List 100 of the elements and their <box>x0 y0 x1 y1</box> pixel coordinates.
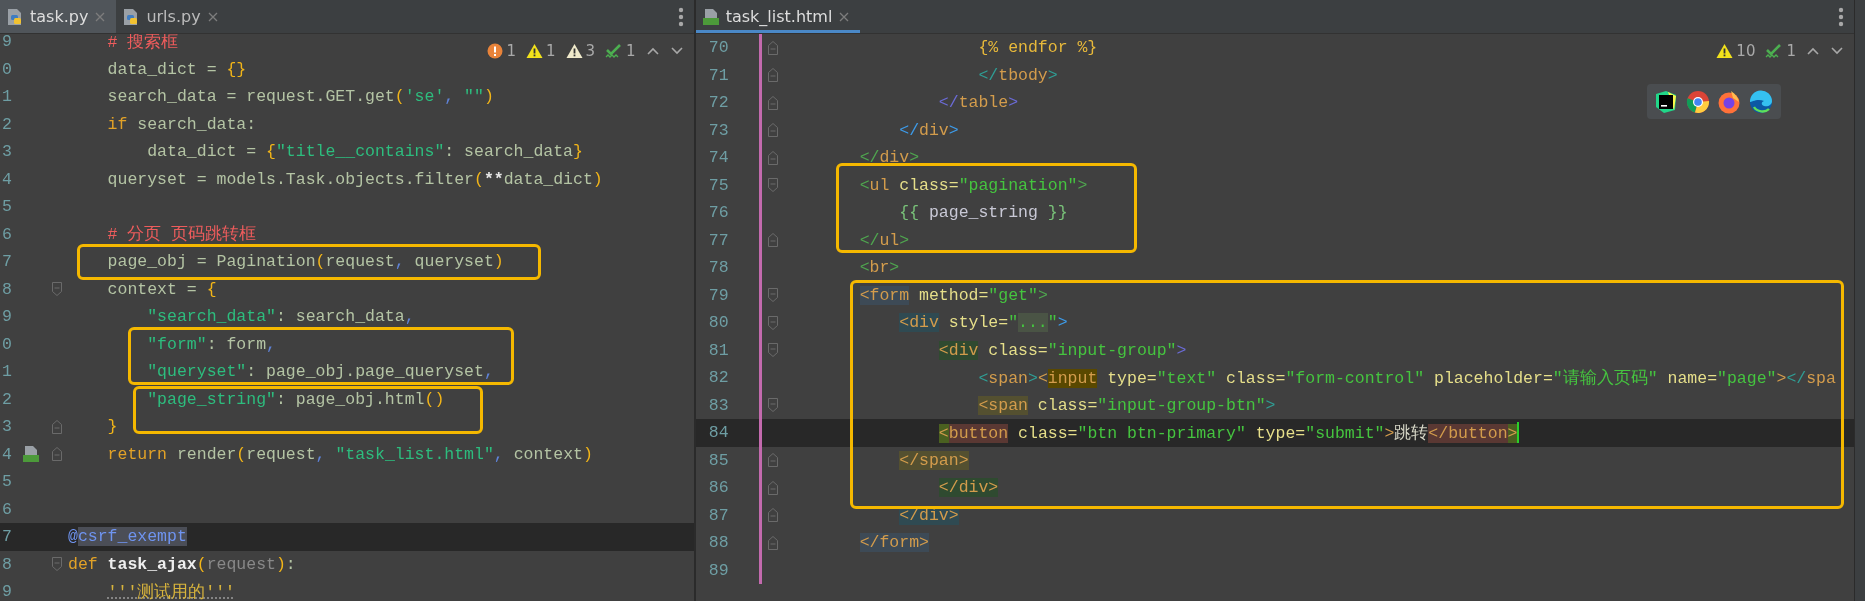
line-number: 9 <box>1 307 12 327</box>
code-line: queryset = models.Task.objects.filter(**data_dict) <box>107 169 603 189</box>
code-line: context = { <box>107 279 217 299</box>
fold-marker-icon[interactable] <box>766 39 779 56</box>
problem-count: 10 <box>1736 42 1756 60</box>
line-number: 72 <box>707 93 729 113</box>
warning-icon <box>565 43 583 59</box>
line-number: 7 <box>1 527 12 547</box>
code-line: data_dict = {"title__contains": search_data} <box>147 142 583 162</box>
fold-marker-icon[interactable] <box>766 397 779 414</box>
line-number: 77 <box>707 230 729 250</box>
line-number: 79 <box>707 285 729 305</box>
problem-count: 1 <box>546 42 556 60</box>
fold-marker-icon[interactable] <box>51 418 63 435</box>
line-number: 4 <box>1 444 12 464</box>
code-line: </div> <box>859 148 920 168</box>
code-line: "queryset": page_obj.page_queryset, <box>147 362 494 382</box>
line-number: 86 <box>707 478 729 498</box>
line-number: 84 <box>707 423 729 443</box>
line-number: 6 <box>1 499 12 519</box>
code-line: def task_ajax(request): <box>68 554 296 574</box>
code-line: page_obj = Pagination(request, queryset) <box>107 252 504 272</box>
code-line: <form method="get"> <box>859 285 1048 305</box>
code-line: <button class="btn btn-primary" type="submit">跳转</button> <box>938 422 1518 444</box>
fold-marker-icon[interactable] <box>766 149 779 166</box>
line-number: 81 <box>707 340 729 360</box>
more-icon[interactable] <box>677 6 684 27</box>
fold-marker-icon[interactable] <box>766 94 779 111</box>
chevron-up-icon[interactable] <box>645 46 660 56</box>
fold-marker-icon[interactable] <box>766 177 779 194</box>
code-line: # 分页 页码跳转框 <box>107 224 257 246</box>
fold-marker-icon[interactable] <box>766 534 779 551</box>
fold-marker-icon[interactable] <box>766 122 779 139</box>
code-line: "search_data": search_data, <box>147 307 415 327</box>
line-number: 89 <box>707 560 729 580</box>
line-number: 3 <box>1 417 12 437</box>
code-line: <div style="..."> <box>899 313 1068 333</box>
line-number: 85 <box>707 450 729 470</box>
code-line: </table> <box>938 93 1019 113</box>
chevron-up-icon[interactable] <box>1806 46 1820 56</box>
close-icon[interactable] <box>94 10 107 23</box>
app-icon[interactable] <box>1685 89 1710 114</box>
code-line: </div> <box>899 120 959 140</box>
line-number: 0 <box>1 334 12 354</box>
line-number: 82 <box>707 368 729 388</box>
fold-marker-icon[interactable] <box>766 232 779 249</box>
close-icon[interactable] <box>838 10 851 23</box>
warning-icon <box>1716 43 1734 59</box>
line-number: 8 <box>1 279 12 299</box>
close-icon[interactable] <box>206 10 219 23</box>
editor-tab[interactable]: urls.py <box>116 0 229 33</box>
fold-marker-icon[interactable] <box>51 281 63 298</box>
code-line: <br> <box>859 258 900 278</box>
fold-marker-icon[interactable] <box>766 342 779 359</box>
line-number: 87 <box>707 505 729 525</box>
line-number: 76 <box>707 203 729 223</box>
line-number: 2 <box>1 389 12 409</box>
file-icon <box>6 7 24 26</box>
line-number: 7 <box>1 252 12 272</box>
line-number: 8 <box>1 554 12 574</box>
warning-icon <box>526 43 543 59</box>
error-icon <box>487 43 504 59</box>
editor-tab[interactable]: task.py <box>0 0 117 33</box>
fold-marker-icon[interactable] <box>51 446 63 463</box>
fold-marker-icon[interactable] <box>766 287 779 304</box>
line-number: 9 <box>1 34 12 52</box>
code-line: } <box>107 417 118 437</box>
line-number: 78 <box>707 258 729 278</box>
line-number: 2 <box>1 114 12 134</box>
line-number: 5 <box>1 197 12 217</box>
line-number: 1 <box>1 87 12 107</box>
file-icon <box>701 7 720 26</box>
chevron-down-icon[interactable] <box>1830 46 1844 56</box>
line-number: 3 <box>1 142 12 162</box>
fold-marker-icon[interactable] <box>766 67 779 84</box>
app-icon[interactable] <box>1654 89 1679 114</box>
fold-marker-icon[interactable] <box>51 556 63 573</box>
line-number: 6 <box>1 224 12 244</box>
problem-count: 1 <box>506 42 516 60</box>
line-number: 73 <box>707 120 729 140</box>
fold-marker-icon[interactable] <box>766 452 779 469</box>
problem-count: 1 <box>626 42 636 60</box>
code-line: <span><input type="text" class="form-control" placeholder="请输入页码" name="page"></spa <box>978 367 1836 389</box>
line-number: 71 <box>707 65 729 85</box>
more-icon[interactable] <box>1838 6 1844 27</box>
code-line: {% endfor %} <box>978 38 1098 58</box>
fold-marker-icon[interactable] <box>766 314 779 331</box>
code-line: '''测试用的''' <box>107 581 236 601</box>
line-number: 0 <box>1 59 12 79</box>
chevron-down-icon[interactable] <box>669 46 684 56</box>
check-icon <box>605 43 624 59</box>
code-line: @csrf_exempt <box>68 527 187 547</box>
fold-marker-icon[interactable] <box>766 479 779 496</box>
problem-count: 1 <box>1786 42 1796 60</box>
fold-marker-icon[interactable] <box>766 507 779 524</box>
check-icon <box>1765 43 1784 59</box>
line-number: 83 <box>707 395 729 415</box>
line-number: 70 <box>707 38 729 58</box>
problem-count: 3 <box>585 42 596 60</box>
code-line: </tbody> <box>978 65 1058 85</box>
